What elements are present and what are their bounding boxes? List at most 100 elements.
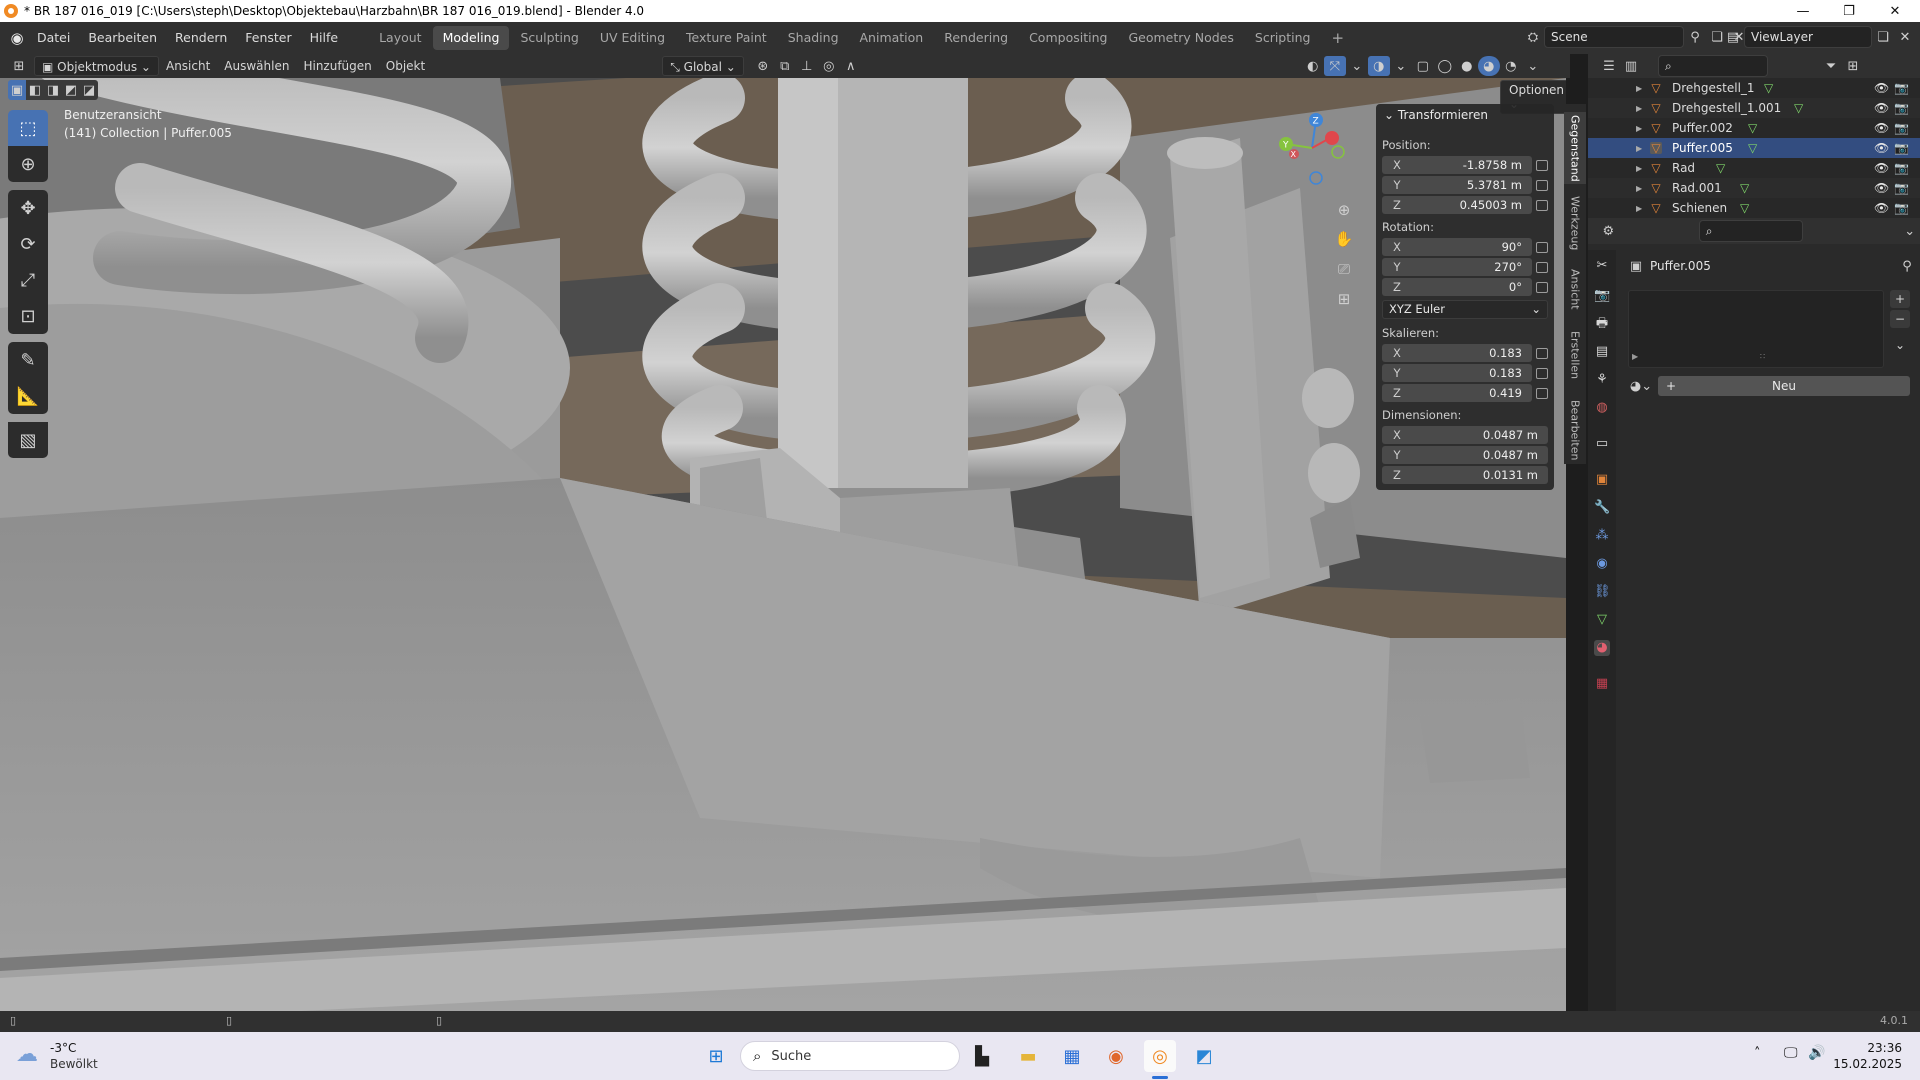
menu-bearbeiten[interactable]: Bearbeiten: [79, 22, 166, 54]
annotate-tool-icon[interactable]: ✎: [8, 342, 48, 378]
lock-position-x-icon[interactable]: [1536, 160, 1548, 171]
store-icon[interactable]: ▦: [1056, 1040, 1088, 1072]
tab-animation[interactable]: Animation: [850, 26, 934, 50]
render-camera-icon[interactable]: 📷: [1894, 201, 1909, 215]
tab-texture-paint[interactable]: Texture Paint: [676, 26, 777, 50]
collection-properties-icon[interactable]: ▭: [1594, 436, 1610, 452]
constraints-properties-icon[interactable]: ⛓: [1594, 584, 1611, 600]
select-set-icon[interactable]: ▣: [8, 80, 26, 100]
lock-rotation-y-icon[interactable]: [1536, 262, 1548, 273]
lock-rotation-z-icon[interactable]: [1536, 282, 1548, 293]
tab-gegenstand[interactable]: Gegenstand: [1564, 112, 1586, 184]
outliner-item[interactable]: ▶ ▽ Schienen ▽ 👁 📷: [1588, 198, 1920, 218]
tab-shading[interactable]: Shading: [778, 26, 849, 50]
material-slots-list[interactable]: [1628, 290, 1884, 368]
outliner-item[interactable]: ▶ ▽ Puffer.002 ▽ 👁 📷: [1588, 118, 1920, 138]
eye-icon[interactable]: 👁: [1874, 201, 1889, 215]
rendered-shading-icon[interactable]: ◔: [1500, 56, 1522, 76]
position-x-field[interactable]: X -1.8758 m: [1382, 156, 1532, 174]
overlay-toggle-icon[interactable]: ◑: [1367, 56, 1390, 76]
position-y-field[interactable]: Y 5.3781 m: [1382, 176, 1532, 194]
menu-auswaehlen[interactable]: Auswählen: [217, 56, 296, 76]
taskbar-search-box[interactable]: ⌕ Suche: [740, 1041, 960, 1071]
tab-bearbeiten[interactable]: Bearbeiten: [1564, 394, 1586, 466]
outliner-item[interactable]: ▶ ▽ Drehgestell_1.001 ▽ 👁 📷: [1588, 98, 1920, 118]
dimensions-x-field[interactable]: X 0.0487 m: [1382, 426, 1548, 444]
properties-search-input[interactable]: ⌕: [1698, 220, 1804, 242]
display-mode-icon[interactable]: ▥: [1620, 56, 1642, 76]
menu-rendern[interactable]: Rendern: [166, 22, 236, 54]
file-explorer-icon[interactable]: ▬: [1012, 1040, 1044, 1072]
lock-position-z-icon[interactable]: [1536, 200, 1548, 211]
eye-icon[interactable]: 👁: [1874, 121, 1889, 135]
select-extend-icon[interactable]: ◧: [26, 80, 44, 100]
3d-viewport[interactable]: Benutzeransicht (141) Collection | Puffe…: [0, 78, 1566, 1011]
camera-view-icon[interactable]: ⎚: [1330, 254, 1358, 284]
particles-properties-icon[interactable]: ⁂: [1594, 528, 1610, 544]
clock-date[interactable]: 15.02.2025: [1828, 1057, 1902, 1071]
eye-icon[interactable]: 👁: [1874, 141, 1889, 155]
firefox-icon[interactable]: ◉: [1100, 1040, 1132, 1072]
snap-icon[interactable]: ⧉: [774, 56, 796, 76]
tab-rendering[interactable]: Rendering: [934, 26, 1018, 50]
scene-name-field[interactable]: Scene: [1544, 26, 1684, 48]
blender-menu-icon[interactable]: ◉: [6, 28, 28, 48]
tab-geometry-nodes[interactable]: Geometry Nodes: [1118, 26, 1243, 50]
lock-scale-y-icon[interactable]: [1536, 368, 1548, 379]
rotation-x-field[interactable]: X 90°: [1382, 238, 1532, 256]
add-workspace-button[interactable]: +: [1321, 26, 1354, 50]
add-slot-button[interactable]: +: [1890, 290, 1910, 308]
outliner-search-input[interactable]: ⌕: [1658, 55, 1768, 77]
pin-icon[interactable]: ⚲: [1896, 256, 1918, 276]
zoom-icon[interactable]: ⊕: [1330, 196, 1358, 224]
eye-icon[interactable]: 👁: [1874, 81, 1889, 95]
tab-scripting[interactable]: Scripting: [1245, 26, 1321, 50]
proportional-edit-icon[interactable]: ◎: [818, 56, 840, 76]
tab-compositing[interactable]: Compositing: [1019, 26, 1117, 50]
tab-layout[interactable]: Layout: [369, 26, 432, 50]
properties-options-icon[interactable]: ⌄: [1899, 221, 1920, 241]
solid-shading-icon[interactable]: ●: [1456, 56, 1478, 76]
scale-tool-icon[interactable]: ⤢: [8, 262, 48, 298]
render-camera-icon[interactable]: 📷: [1894, 181, 1909, 195]
move-tool-icon[interactable]: ✥: [8, 190, 48, 226]
rotation-mode-dropdown[interactable]: XYZ Euler ⌄: [1382, 300, 1548, 319]
rotate-tool-icon[interactable]: ⟳: [8, 226, 48, 262]
gizmo-dropdown-icon[interactable]: ⌄: [1346, 56, 1368, 76]
remove-slot-button[interactable]: −: [1890, 310, 1910, 328]
menu-datei[interactable]: Datei: [28, 22, 79, 54]
mode-dropdown[interactable]: ▣ Objektmodus ⌄: [34, 56, 159, 76]
cloud-icon[interactable]: ☁: [16, 1042, 38, 1067]
outliner-item[interactable]: ▶ ▽ Drehgestell_1 ▽ 👁 📷: [1588, 78, 1920, 98]
weather-desc[interactable]: Bewölkt: [50, 1057, 98, 1071]
tab-uv-editing[interactable]: UV Editing: [590, 26, 675, 50]
modifier-properties-icon[interactable]: 🔧: [1594, 500, 1610, 516]
eye-icon[interactable]: 👁: [1874, 181, 1889, 195]
menu-hinzufuegen[interactable]: Hinzufügen: [296, 56, 378, 76]
render-camera-icon[interactable]: 📷: [1894, 101, 1909, 115]
properties-editor-icon[interactable]: ⚙: [1598, 221, 1619, 241]
world-properties-icon[interactable]: ◍: [1594, 400, 1610, 416]
clock-time[interactable]: 23:36: [1850, 1041, 1902, 1055]
perspective-grid-icon[interactable]: ⊞: [1330, 284, 1358, 314]
editor-type-icon[interactable]: ⊞: [8, 56, 30, 76]
transform-panel-header[interactable]: ⌄ Transformieren: [1384, 108, 1488, 122]
windows-start-icon[interactable]: ⊞: [700, 1040, 732, 1072]
volume-icon[interactable]: 🔊: [1808, 1045, 1825, 1061]
add-cube-tool-icon[interactable]: ▧: [8, 422, 48, 458]
menu-hilfe[interactable]: Hilfe: [301, 22, 347, 54]
outliner-editor-icon[interactable]: ☰: [1598, 56, 1620, 76]
object-properties-icon[interactable]: ▣: [1594, 472, 1610, 488]
pin-icon[interactable]: ⚲: [1684, 27, 1706, 47]
menu-fenster[interactable]: Fenster: [236, 22, 300, 54]
output-properties-icon[interactable]: 🖶: [1594, 316, 1610, 332]
measure-tool-icon[interactable]: 📐: [8, 378, 48, 414]
overlay-dropdown-icon[interactable]: ⌄: [1390, 56, 1412, 76]
blender-taskbar-icon[interactable]: ◎: [1144, 1040, 1176, 1072]
select-subtract-icon[interactable]: ◨: [44, 80, 62, 100]
scene-properties-icon[interactable]: ⚘: [1594, 372, 1610, 388]
tray-overflow-icon[interactable]: ˄: [1754, 1046, 1761, 1061]
select-box-tool-icon[interactable]: ⬚: [8, 110, 48, 146]
transform-tool-icon[interactable]: ⊡: [8, 298, 48, 334]
material-shading-icon[interactable]: ◕: [1477, 56, 1500, 76]
